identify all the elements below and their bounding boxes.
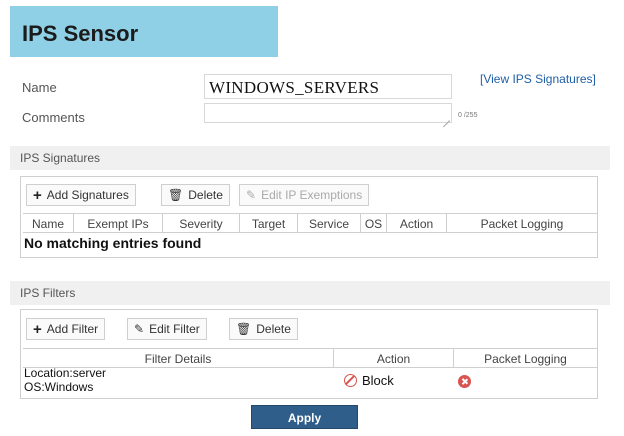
name-label: Name <box>22 80 57 95</box>
add-signatures-label: Add Signatures <box>46 188 129 202</box>
delete-filter-label: Delete <box>256 322 291 336</box>
col-service[interactable]: Service <box>298 214 361 232</box>
filter-os: OS:Windows <box>24 380 94 394</box>
name-input[interactable]: WINDOWS_SERVERS <box>204 74 452 99</box>
col-exempt-ips[interactable]: Exempt IPs <box>74 214 163 232</box>
comments-label: Comments <box>22 110 85 125</box>
col-os[interactable]: OS <box>361 214 387 232</box>
pencil-icon: ✎ <box>134 322 145 336</box>
trash-icon: 🗑 <box>168 188 184 202</box>
col-action[interactable]: Action <box>387 214 447 232</box>
edit-filter-button[interactable]: ✎ Edit Filter <box>127 318 207 340</box>
resize-grip-icon[interactable] <box>442 113 450 121</box>
edit-ip-exemptions-button[interactable]: ✎ Edit IP Exemptions <box>239 184 370 206</box>
block-icon <box>344 374 357 387</box>
filter-details-cell: Location:server OS:Windows <box>24 366 106 394</box>
edit-filter-label: Edit Filter <box>149 322 200 336</box>
delete-signatures-label: Delete <box>188 188 223 202</box>
ips-signatures-title: IPS Signatures <box>20 151 101 165</box>
add-signatures-button[interactable]: + Add Signatures <box>26 184 136 206</box>
edit-ip-exemptions-label: Edit IP Exemptions <box>261 188 363 202</box>
col-target[interactable]: Target <box>240 214 298 232</box>
ips-filters-title: IPS Filters <box>20 286 76 300</box>
plus-icon: + <box>33 320 42 338</box>
comments-counter: 0 /255 <box>458 112 478 119</box>
delete-signatures-button[interactable]: 🗑 Delete <box>161 184 230 206</box>
filter-action-value: Block <box>362 373 394 388</box>
col-severity[interactable]: Severity <box>163 214 240 232</box>
pencil-icon: ✎ <box>246 188 257 202</box>
col-name[interactable]: Name <box>23 214 74 232</box>
signatures-table-header: Name Exempt IPs Severity Target Service … <box>23 213 597 233</box>
disabled-icon <box>458 375 471 388</box>
trash-icon: 🗑 <box>236 322 252 336</box>
page-title-banner: IPS Sensor <box>10 6 278 57</box>
apply-button[interactable]: Apply <box>251 405 358 429</box>
filter-location: Location:server <box>24 366 107 380</box>
page-title: IPS Sensor <box>22 21 139 46</box>
ips-filters-section-header: IPS Filters <box>10 281 610 305</box>
ips-signatures-section-header: IPS Signatures <box>10 146 610 170</box>
add-filter-label: Add Filter <box>46 322 99 336</box>
delete-filter-button[interactable]: 🗑 Delete <box>229 318 298 340</box>
table-row[interactable]: Location:server OS:Windows Block <box>22 365 596 397</box>
add-filter-button[interactable]: + Add Filter <box>26 318 106 340</box>
filter-action-cell: Block <box>344 373 394 388</box>
comments-field[interactable] <box>204 103 452 123</box>
col-packet-logging[interactable]: Packet Logging <box>447 214 597 232</box>
plus-icon: + <box>33 186 42 204</box>
empty-state-message: No matching entries found <box>24 235 202 251</box>
view-ips-signatures-link[interactable]: [View IPS Signatures] <box>480 72 596 86</box>
